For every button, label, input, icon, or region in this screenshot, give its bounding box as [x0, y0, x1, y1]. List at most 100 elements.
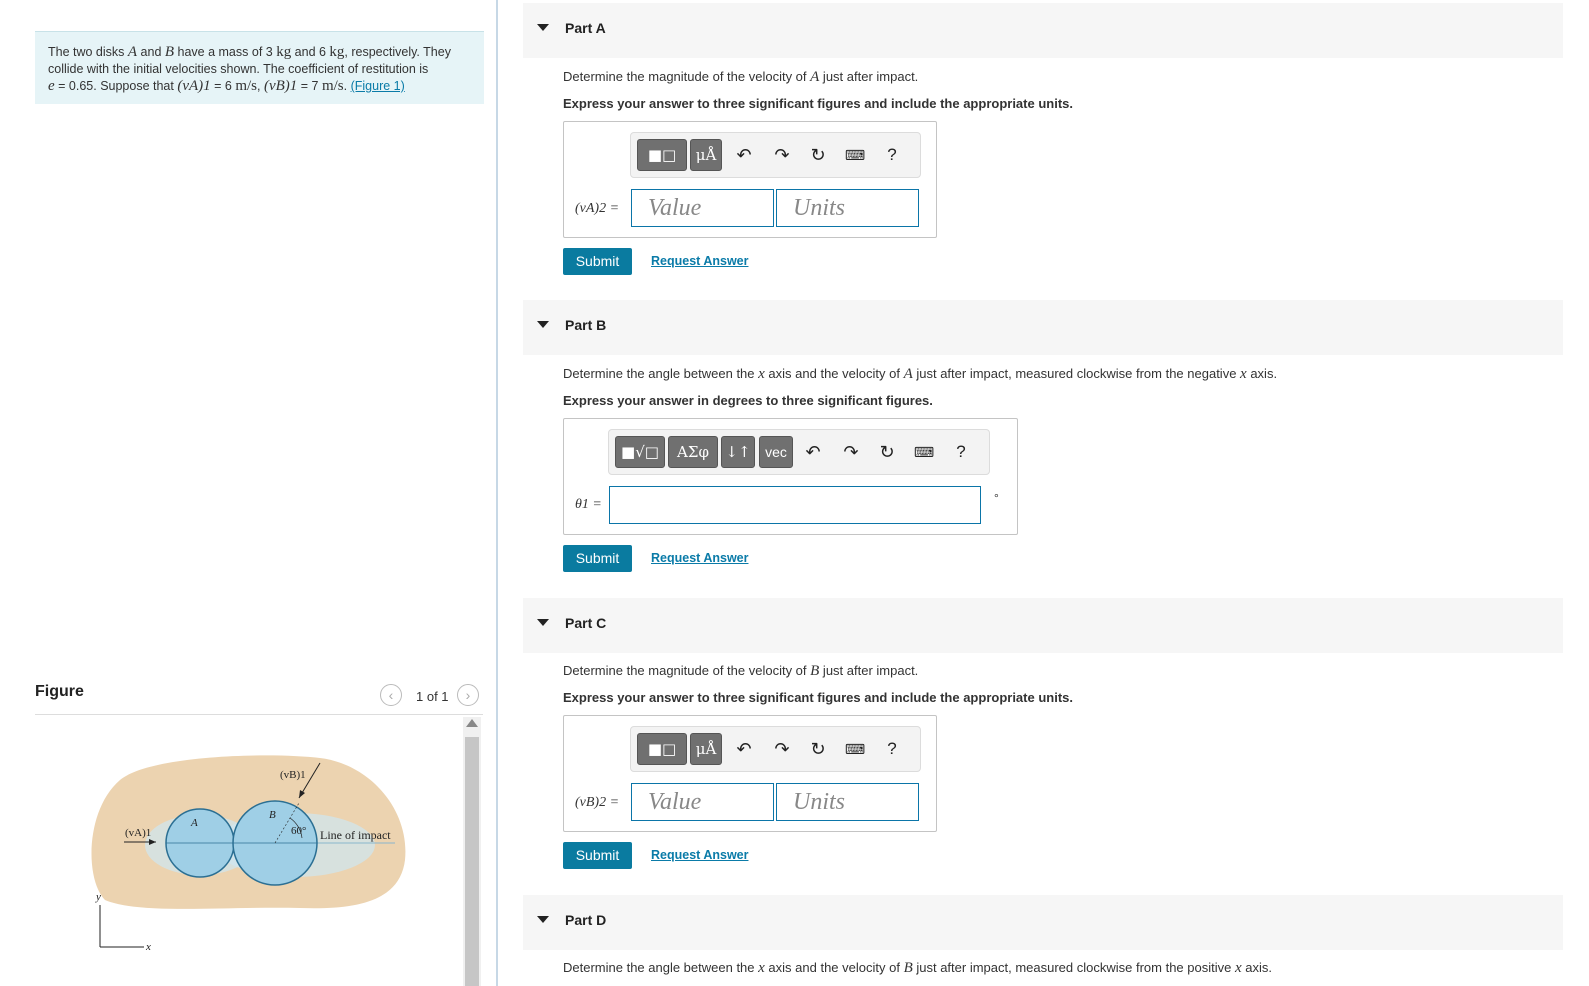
- part-c-units-input[interactable]: Units: [776, 783, 919, 821]
- part-d-header[interactable]: Part D: [523, 895, 1563, 950]
- template-sqrt-button[interactable]: ■√□: [615, 436, 665, 468]
- reset-icon[interactable]: ↻: [807, 738, 829, 760]
- part-a-value-input[interactable]: Value: [631, 189, 774, 227]
- figure-next-button[interactable]: ›: [457, 684, 479, 706]
- part-a-submit-button[interactable]: Submit: [563, 248, 632, 275]
- part-a-toolbar: ■□ μÅ ↶ ↷ ↻ ⌨ ?: [630, 132, 921, 178]
- keyboard-icon[interactable]: ⌨: [844, 738, 866, 760]
- undo-icon[interactable]: ↶: [733, 144, 755, 166]
- units-button[interactable]: μÅ: [690, 733, 722, 765]
- figure-divider: [35, 714, 483, 715]
- question-variable: x: [758, 960, 765, 976]
- panel-divider: [496, 0, 498, 986]
- template-button[interactable]: ■□: [637, 733, 687, 765]
- unit-kg: kg: [276, 44, 292, 60]
- collapse-triangle-icon[interactable]: [537, 24, 549, 31]
- figure-counter: 1 of 1: [416, 689, 449, 704]
- question-text: axis and the velocity of: [764, 366, 904, 381]
- disk-b-symbol: B: [164, 44, 175, 60]
- label-text: (vB)2 =: [575, 795, 620, 810]
- part-d-question: Determine the angle between the x axis a…: [563, 960, 1272, 977]
- part-a-units-input[interactable]: Units: [776, 189, 919, 227]
- question-variable: B: [903, 960, 913, 976]
- question-variable: B: [810, 663, 820, 679]
- question-variable: x: [1234, 960, 1242, 976]
- redo-icon[interactable]: ↷: [771, 738, 793, 760]
- question-text: just after impact, measured clockwise fr…: [912, 960, 1235, 975]
- figure-title: Figure: [35, 683, 84, 700]
- redo-icon[interactable]: ↷: [771, 144, 793, 166]
- label-angle: 60°: [291, 825, 306, 837]
- part-c-header[interactable]: Part C: [523, 598, 1563, 653]
- part-a-label: (vA)2 =: [575, 200, 619, 217]
- chevron-left-icon: ‹: [388, 687, 394, 703]
- question-text: axis.: [1241, 960, 1272, 975]
- label-x-axis: x: [145, 941, 151, 953]
- undo-icon[interactable]: ↶: [802, 441, 824, 463]
- unit-kg: kg: [329, 44, 345, 60]
- part-c-request-answer-link[interactable]: Request Answer: [651, 848, 748, 862]
- question-variable: x: [758, 366, 765, 382]
- label-b: B: [269, 809, 276, 821]
- question-variable: A: [810, 69, 820, 85]
- part-c-submit-button[interactable]: Submit: [563, 842, 632, 869]
- redo-icon[interactable]: ↷: [840, 441, 862, 463]
- part-a-header[interactable]: Part A: [523, 3, 1563, 58]
- arrows-button[interactable]: ↓↑: [721, 436, 755, 468]
- template-button[interactable]: ■□: [637, 139, 687, 171]
- part-d-title: Part D: [565, 912, 607, 928]
- units-button[interactable]: μÅ: [690, 139, 722, 171]
- part-c-question: Determine the magnitude of the velocity …: [563, 663, 918, 680]
- label-vb1: (vB)1: [280, 769, 306, 781]
- problem-text: The two disks: [48, 45, 128, 59]
- part-b-toolbar: ■√□ ΑΣφ ↓↑ vec ↶ ↷ ↻ ⌨ ?: [608, 429, 990, 475]
- figure-scrollbar-thumb[interactable]: [465, 737, 479, 986]
- part-b-title: Part B: [565, 317, 607, 333]
- label-line-of-impact: Line of impact: [320, 828, 391, 842]
- part-a-request-answer-link[interactable]: Request Answer: [651, 254, 748, 268]
- part-c-label: (vB)2 =: [575, 794, 619, 811]
- help-icon[interactable]: ?: [950, 441, 972, 463]
- keyboard-icon[interactable]: ⌨: [844, 144, 866, 166]
- question-text: just after impact.: [819, 69, 919, 84]
- problem-text: .: [343, 79, 351, 93]
- question-text: axis.: [1246, 366, 1278, 381]
- greek-button[interactable]: ΑΣφ: [668, 436, 718, 468]
- reset-icon[interactable]: ↻: [876, 441, 898, 463]
- question-text: just after impact, measured clockwise fr…: [912, 366, 1241, 381]
- collapse-triangle-icon[interactable]: [537, 916, 549, 923]
- part-b-submit-button[interactable]: Submit: [563, 545, 632, 572]
- undo-icon[interactable]: ↶: [733, 738, 755, 760]
- problem-text: = 0.65. Suppose that: [54, 79, 178, 93]
- scroll-up-arrow-icon[interactable]: [466, 719, 478, 727]
- part-b-answer-box: ■√□ ΑΣφ ↓↑ vec ↶ ↷ ↻ ⌨ ? θ1 = °: [563, 418, 1018, 535]
- part-c-instruction: Express your answer to three significant…: [563, 690, 1073, 705]
- problem-statement: The two disks A and B have a mass of 3 k…: [35, 31, 484, 104]
- va1-symbol: (vA)1: [177, 78, 211, 94]
- figure-link[interactable]: (Figure 1): [351, 79, 405, 93]
- keyboard-icon[interactable]: ⌨: [913, 441, 935, 463]
- help-icon[interactable]: ?: [881, 738, 903, 760]
- label-text: (vA)2 =: [575, 201, 620, 216]
- problem-text: = 6: [210, 79, 236, 93]
- part-b-header[interactable]: Part B: [523, 300, 1563, 355]
- help-icon[interactable]: ?: [881, 144, 903, 166]
- vec-button[interactable]: vec: [759, 436, 793, 468]
- part-b-request-answer-link[interactable]: Request Answer: [651, 551, 748, 565]
- vb1-symbol: (vB)1: [263, 78, 298, 94]
- collapse-triangle-icon[interactable]: [537, 321, 549, 328]
- figure-prev-button[interactable]: ‹: [380, 684, 402, 706]
- disk-a-symbol: A: [127, 44, 138, 60]
- reset-icon[interactable]: ↻: [807, 144, 829, 166]
- part-a-title: Part A: [565, 20, 606, 36]
- label-y-axis: y: [95, 891, 101, 903]
- unit-ms: m/s: [321, 78, 344, 94]
- question-variable: A: [903, 366, 913, 382]
- collapse-triangle-icon[interactable]: [537, 619, 549, 626]
- question-text: Determine the angle between the: [563, 960, 759, 975]
- problem-text: = 7: [297, 79, 322, 93]
- part-a-answer-box: ■□ μÅ ↶ ↷ ↻ ⌨ ? (vA)2 = Value Units: [563, 121, 937, 238]
- part-b-value-input[interactable]: [609, 486, 981, 524]
- part-c-value-input[interactable]: Value: [631, 783, 774, 821]
- label-text: θ1 =: [575, 497, 602, 512]
